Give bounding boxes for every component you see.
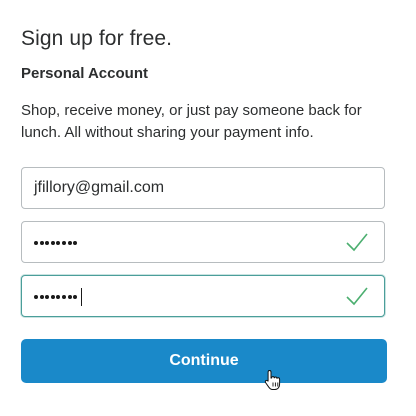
check-icon <box>346 287 368 306</box>
email-field[interactable]: jfillory@gmail.com <box>21 167 385 209</box>
continue-button[interactable]: Continue <box>21 339 387 383</box>
confirm-password-mask <box>34 288 82 306</box>
account-type-heading: Personal Account <box>21 65 148 82</box>
email-value: jfillory@gmail.com <box>34 179 165 196</box>
account-description: Shop, receive money, or just pay someone… <box>21 102 362 141</box>
password-mask <box>34 241 79 245</box>
signup-form: Sign up for free. Personal Account Shop,… <box>0 0 416 416</box>
page-title: Sign up for free. <box>21 27 173 50</box>
text-caret <box>80 288 82 306</box>
confirm-password-field[interactable] <box>21 275 385 317</box>
password-field[interactable] <box>21 221 385 263</box>
hand-pointer-icon <box>264 369 281 390</box>
check-icon <box>346 233 368 252</box>
